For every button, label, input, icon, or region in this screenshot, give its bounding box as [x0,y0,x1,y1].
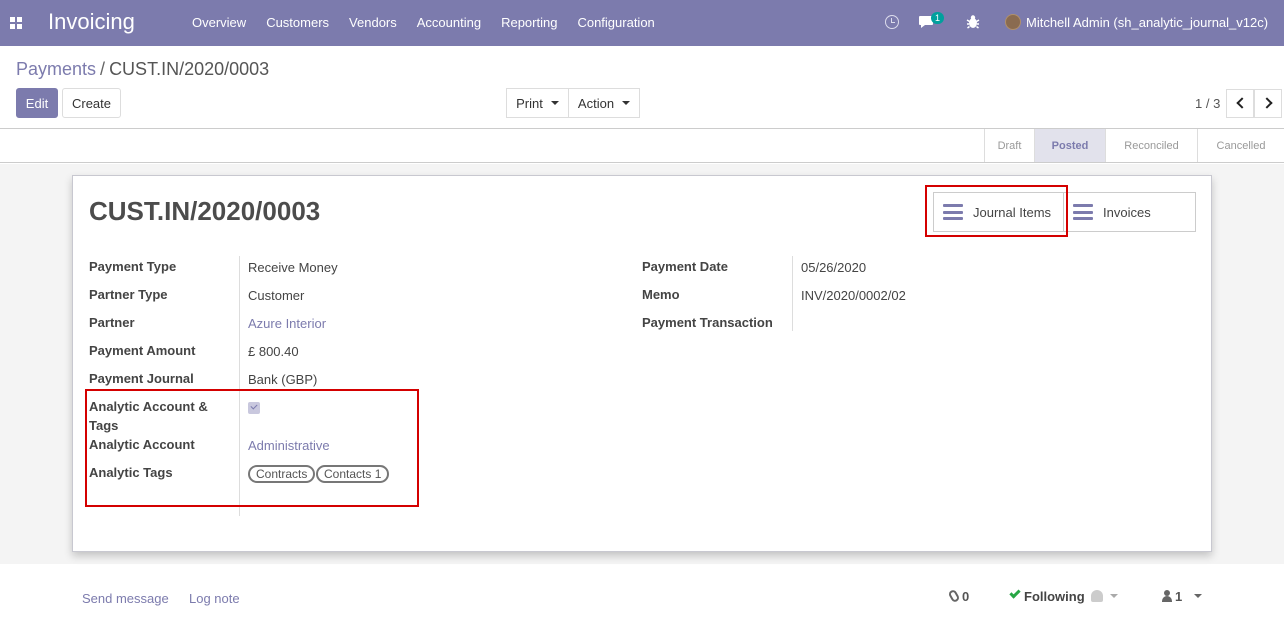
attachment-count[interactable]: 0 [962,589,969,604]
chevron-right-icon [1261,97,1273,109]
user-icon [1162,590,1172,602]
activity-clock-icon[interactable] [885,15,899,29]
menu-overview[interactable]: Overview [192,15,246,30]
check-icon [1009,587,1021,599]
stage-posted[interactable]: Posted [1034,129,1105,162]
paperclip-icon[interactable] [947,588,961,604]
pager-next-button[interactable] [1254,89,1282,118]
print-label: Print [516,95,543,111]
user-avatar[interactable] [1005,14,1021,30]
label-payment-journal: Payment Journal [89,371,194,386]
breadcrumb-payments[interactable]: Payments [16,59,96,79]
highlight-analytic-fields [85,389,419,507]
action-caret-icon [622,101,631,105]
value-payment-date: 05/26/2020 [801,260,867,275]
value-payment-type: Receive Money [248,260,338,275]
invoices-button[interactable]: Invoices [1063,192,1196,232]
log-note-button[interactable]: Log note [189,591,240,606]
bell-icon[interactable] [1091,590,1103,602]
pager-previous-button[interactable] [1226,89,1254,118]
breadcrumb: Payments / CUST.IN/2020/0003 [16,59,269,80]
label-partner: Partner [89,315,135,330]
value-memo: INV/2020/0002/02 [801,288,906,303]
label-payment-date: Payment Date [642,259,728,274]
menu-configuration[interactable]: Configuration [577,15,654,30]
user-menu[interactable]: Mitchell Admin (sh_analytic_journal_v12c… [1026,15,1268,30]
menu-reporting[interactable]: Reporting [501,15,557,30]
notification-caret-icon[interactable] [1110,594,1118,598]
value-partner[interactable]: Azure Interior [248,316,326,331]
status-bar: Draft Posted Reconciled Cancelled [0,128,1284,163]
menu-accounting[interactable]: Accounting [417,15,481,30]
main-menu: Overview Customers Vendors Accounting Re… [182,15,665,30]
create-button[interactable]: Create [62,88,121,118]
following-button[interactable]: Following [1024,589,1085,604]
pager-value[interactable]: 1 / 3 [1195,96,1220,111]
followers-count[interactable]: 1 [1175,589,1182,604]
print-caret-icon [550,101,559,105]
action-dropdown[interactable]: Action [568,88,640,118]
edit-button[interactable]: Edit [16,88,58,118]
top-navbar: Invoicing Overview Customers Vendors Acc… [0,0,1284,46]
label-partner-type: Partner Type [89,287,168,302]
send-message-button[interactable]: Send message [82,591,169,606]
label-memo: Memo [642,287,680,302]
debug-bug-icon[interactable] [966,14,980,30]
value-payment-journal: Bank (GBP) [248,372,318,387]
breadcrumb-current: CUST.IN/2020/0003 [109,59,270,79]
list-icon [1073,204,1093,220]
stage-reconciled[interactable]: Reconciled [1105,129,1197,162]
chat-count-badge: 1 [931,12,945,24]
right-group-divider [792,256,793,331]
value-payment-amount: £ 800.40 [248,344,299,359]
action-label: Action [577,95,615,111]
stage-cancelled[interactable]: Cancelled [1197,129,1284,162]
record-title: CUST.IN/2020/0003 [89,196,321,226]
label-payment-transaction: Payment Transaction [642,315,773,330]
app-brand[interactable]: Invoicing [48,9,135,35]
followers-caret-icon[interactable] [1194,594,1202,598]
label-payment-amount: Payment Amount [89,343,196,358]
menu-customers[interactable]: Customers [266,15,329,30]
invoices-label: Invoices [1103,204,1151,220]
breadcrumb-separator: / [100,59,106,79]
chevron-left-icon [1236,97,1248,109]
print-dropdown[interactable]: Print [506,88,569,118]
stage-draft[interactable]: Draft [984,129,1034,162]
highlight-journal-items [925,185,1068,237]
apps-menu-icon[interactable] [10,17,22,29]
label-payment-type: Payment Type [89,259,177,274]
value-partner-type: Customer [248,288,305,303]
menu-vendors[interactable]: Vendors [349,15,397,30]
